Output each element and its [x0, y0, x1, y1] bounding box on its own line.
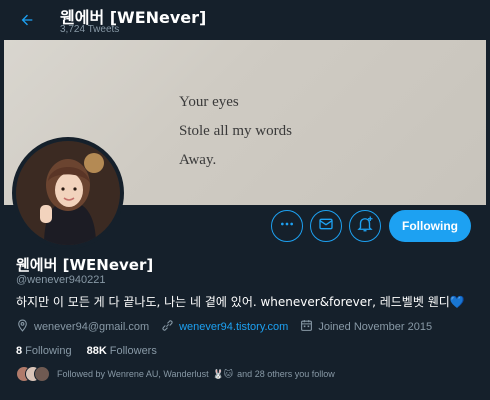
back-arrow-icon[interactable]	[14, 7, 40, 33]
tweet-count: 3,724 Tweets	[60, 24, 120, 35]
location-icon	[16, 319, 34, 335]
mail-icon	[318, 216, 334, 237]
following-count-label: Following	[25, 345, 72, 357]
following-button[interactable]: Following	[389, 210, 471, 242]
follower-avatars	[16, 366, 50, 382]
followers-count-link[interactable]: 88K Followers	[87, 345, 157, 357]
mini-avatar	[34, 366, 50, 382]
followed-by-more: and 28 others you follow	[237, 369, 335, 379]
profile-bio: 하지만 이 모든 게 다 끝나도, 나는 네 곁에 있어. whenever&f…	[16, 293, 465, 310]
following-count: 8	[16, 345, 23, 357]
followed-by-text: Followed by Wenrene AU, Wanderlust	[57, 369, 209, 379]
follow-counts: 8 Following 88K Followers	[16, 345, 172, 357]
banner-line: Away.	[179, 152, 217, 168]
followed-by[interactable]: Followed by Wenrene AU, Wanderlust 🐰🐱 an…	[16, 366, 335, 382]
banner-line: Stole all my words	[179, 123, 292, 139]
following-count-link[interactable]: 8 Following	[16, 345, 72, 357]
website-link[interactable]: wenever94.tistory.com	[179, 321, 288, 333]
calendar-icon	[300, 319, 318, 335]
profile-handle: @wenever940221	[16, 274, 106, 286]
followers-count: 88K	[86, 345, 107, 357]
profile-name: 웬에버 [WENever]	[16, 256, 154, 274]
followers-count-label: Followers	[109, 345, 157, 357]
bio-text: 하지만 이 모든 게 다 끝나도, 나는 네 곁에 있어. whenever&f…	[16, 295, 450, 309]
top-bar: 웬에버 [WENever] 3,724 Tweets	[0, 0, 490, 40]
banner-quote: Your eyes Stole all my words Away.	[179, 88, 292, 175]
banner-line: Your eyes	[179, 94, 239, 110]
joined-text: Joined November 2015	[318, 321, 433, 333]
more-icon	[279, 216, 295, 237]
website-item[interactable]: wenever94.tistory.com	[161, 319, 288, 335]
joined-item: Joined November 2015	[300, 319, 432, 335]
profile-avatar[interactable]	[12, 137, 124, 249]
email-item: wenever94@gmail.com	[16, 319, 149, 335]
message-button[interactable]	[310, 210, 342, 242]
notifications-button[interactable]	[349, 210, 381, 242]
blue-heart-emoji: 💙	[449, 295, 465, 309]
more-options-button[interactable]	[271, 210, 303, 242]
link-icon	[161, 319, 179, 335]
email-text: wenever94@gmail.com	[34, 321, 150, 333]
followed-by-emoji: 🐰🐱	[212, 368, 234, 379]
profile-meta: wenever94@gmail.com wenever94.tistory.co…	[16, 319, 444, 335]
notification-add-icon	[356, 215, 374, 238]
